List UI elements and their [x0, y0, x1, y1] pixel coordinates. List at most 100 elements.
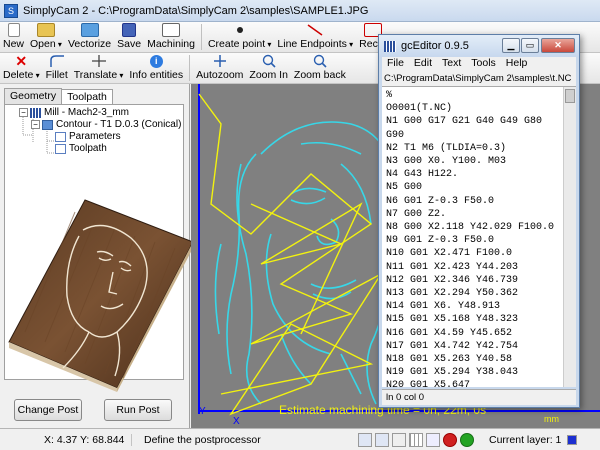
menu-tools[interactable]: Tools [466, 57, 501, 71]
gceditor-scrollbar[interactable] [563, 87, 576, 387]
status-bar: X: 4.37 Y: 68.844 Define the postprocess… [0, 428, 600, 450]
y-axis-label: Y [199, 406, 206, 417]
snap-end-icon[interactable] [426, 432, 440, 447]
app-title: SimplyCam 2 - C:\ProgramData\SimplyCam 2… [23, 4, 369, 17]
toolpath-page-icon [55, 143, 66, 154]
line-endpoints-button[interactable]: Line Endpoints [274, 22, 356, 52]
gcode-line: N11 G01 X2.423 Y44.203 [386, 261, 519, 273]
translate-label: Translate [74, 69, 124, 81]
gcode-line: N7 G00 Z2. [386, 208, 447, 220]
cursor-coordinates: X: 4.37 Y: 68.844 [0, 433, 132, 446]
tree-label-mill: Mill - Mach2-3_mm [44, 107, 130, 118]
run-post-button[interactable]: Run Post [104, 399, 172, 421]
vectorize-button[interactable]: Vectorize [65, 22, 114, 52]
layer-color-icon[interactable] [567, 434, 578, 445]
maximize-button[interactable]: ▭ [521, 38, 539, 53]
vectorize-icon [80, 23, 99, 37]
status-message: Define the postprocessor [144, 433, 261, 446]
menu-edit[interactable]: Edit [409, 57, 437, 71]
gceditor-window[interactable]: gcEditor 0.9.5 ▁ ▭ ✕ File Edit Text Tool… [378, 34, 580, 408]
tree-node-contour[interactable]: − Contour - T1 D.0.3 (Conical) [31, 119, 181, 130]
x-axis-label: X [233, 416, 240, 427]
contour-icon [42, 119, 53, 130]
gcode-line: N18 G01 X5.263 Y40.58 [386, 354, 513, 366]
gcode-line: N10 G01 X2.471 F100.0 [386, 248, 513, 260]
gcode-line: N8 G00 X2.118 Y42.029 F100.0 [386, 222, 555, 234]
point-icon [236, 27, 243, 33]
gceditor-menubar: File Edit Text Tools Help [382, 57, 576, 71]
app-icon: S [4, 3, 18, 18]
snap-grid-icon[interactable] [358, 432, 372, 447]
units-label: mm [544, 414, 559, 424]
open-label: Open [30, 38, 62, 50]
tree-node-parameters[interactable]: Parameters [55, 131, 121, 142]
tab-toolpath[interactable]: Toolpath [61, 89, 113, 105]
gcode-line: N19 G01 X5.294 Y38.043 [386, 367, 519, 379]
zoom-back-button[interactable]: Zoom back [291, 53, 349, 83]
menu-help[interactable]: Help [501, 57, 533, 71]
open-button[interactable]: Open [27, 22, 65, 52]
new-label: New [3, 38, 25, 50]
zoom-back-label: Zoom back [293, 69, 346, 81]
save-button[interactable]: Save [114, 22, 144, 52]
gcode-text-area[interactable]: % O0001(T.NC) N1 G00 G17 G21 G40 G49 G80 G9… [382, 87, 563, 387]
save-label: Save [117, 38, 142, 50]
tree-node-toolpath[interactable]: Toolpath [55, 143, 107, 154]
tree-node-mill[interactable]: − Mill - Mach2-3_mm [19, 107, 129, 118]
current-layer: Current layer: 1 [489, 433, 562, 446]
panel-tabs: Geometry Toolpath [0, 84, 189, 105]
autozoom-icon [213, 55, 226, 67]
gcode-line: % [386, 90, 393, 101]
new-file-icon [7, 23, 20, 37]
line-endpoints-label: Line Endpoints [277, 38, 353, 50]
change-post-button[interactable]: Change Post [14, 399, 82, 421]
gcode-line: N5 G00 [386, 182, 423, 194]
translate-button[interactable]: Translate [71, 53, 127, 83]
gcode-line: O0001(T.NC) [386, 103, 453, 115]
fillet-button[interactable]: Fillet [43, 53, 71, 83]
wood-engraving-preview [8, 199, 194, 392]
stop-icon[interactable] [443, 432, 457, 447]
delete-x-icon: ✕ [15, 53, 28, 69]
delete-button[interactable]: ✕ Delete [0, 53, 43, 83]
info-icon: i [149, 55, 163, 68]
gceditor-file-path: C:\ProgramData\SimplyCam 2\samples\t.NC [382, 71, 576, 87]
tab-geometry[interactable]: Geometry [4, 88, 63, 104]
magnifier-icon [262, 54, 276, 68]
gcode-line: N1 G00 G17 G21 G40 G49 G80 [386, 116, 543, 128]
create-point-button[interactable]: Create point [205, 22, 274, 52]
new-button[interactable]: New [0, 22, 27, 52]
gcode-line: N6 G01 Z-0.3 F50.0 [386, 195, 495, 207]
scroll-thumb[interactable] [565, 89, 575, 103]
menu-text[interactable]: Text [437, 57, 466, 71]
line-icon [307, 24, 323, 36]
minimize-button[interactable]: ▁ [502, 38, 520, 53]
collapse-icon[interactable]: − [19, 108, 28, 117]
tree-label-contour: Contour - T1 D.0.3 (Conical) [56, 119, 182, 130]
collapse-icon[interactable]: − [31, 120, 40, 129]
check-icon[interactable] [460, 432, 474, 447]
parameters-page-icon [55, 131, 66, 142]
autozoom-label: Autozoom [196, 69, 244, 81]
fillet-icon [49, 55, 64, 67]
machining-button[interactable]: Machining [144, 22, 198, 52]
gcode-line: N4 G43 H122. [386, 169, 459, 181]
save-disk-icon [122, 23, 137, 37]
gcode-line: N13 G01 X2.294 Y50.362 [386, 288, 519, 300]
close-button[interactable]: ✕ [541, 38, 575, 53]
grid-icon[interactable] [409, 432, 423, 447]
snap-point-icon[interactable] [375, 432, 389, 447]
app-titlebar: S SimplyCam 2 - C:\ProgramData\SimplyCam… [0, 0, 600, 22]
zoom-in-button[interactable]: Zoom In [246, 53, 291, 83]
gceditor-title: gcEditor 0.9.5 [401, 40, 469, 52]
autozoom-button[interactable]: Autozoom [193, 53, 246, 83]
gcode-line: G90 [386, 129, 405, 141]
create-point-label: Create point [208, 38, 271, 50]
gcode-line: N17 G01 X4.742 Y42.754 [386, 340, 519, 352]
machining-label: Machining [147, 38, 195, 50]
info-entities-button[interactable]: i Info entities [126, 53, 186, 83]
menu-file[interactable]: File [382, 57, 409, 71]
gcode-line: N12 G01 X2.346 Y46.739 [386, 274, 519, 286]
ortho-icon[interactable] [392, 432, 406, 447]
translate-arrows-icon [91, 55, 106, 67]
